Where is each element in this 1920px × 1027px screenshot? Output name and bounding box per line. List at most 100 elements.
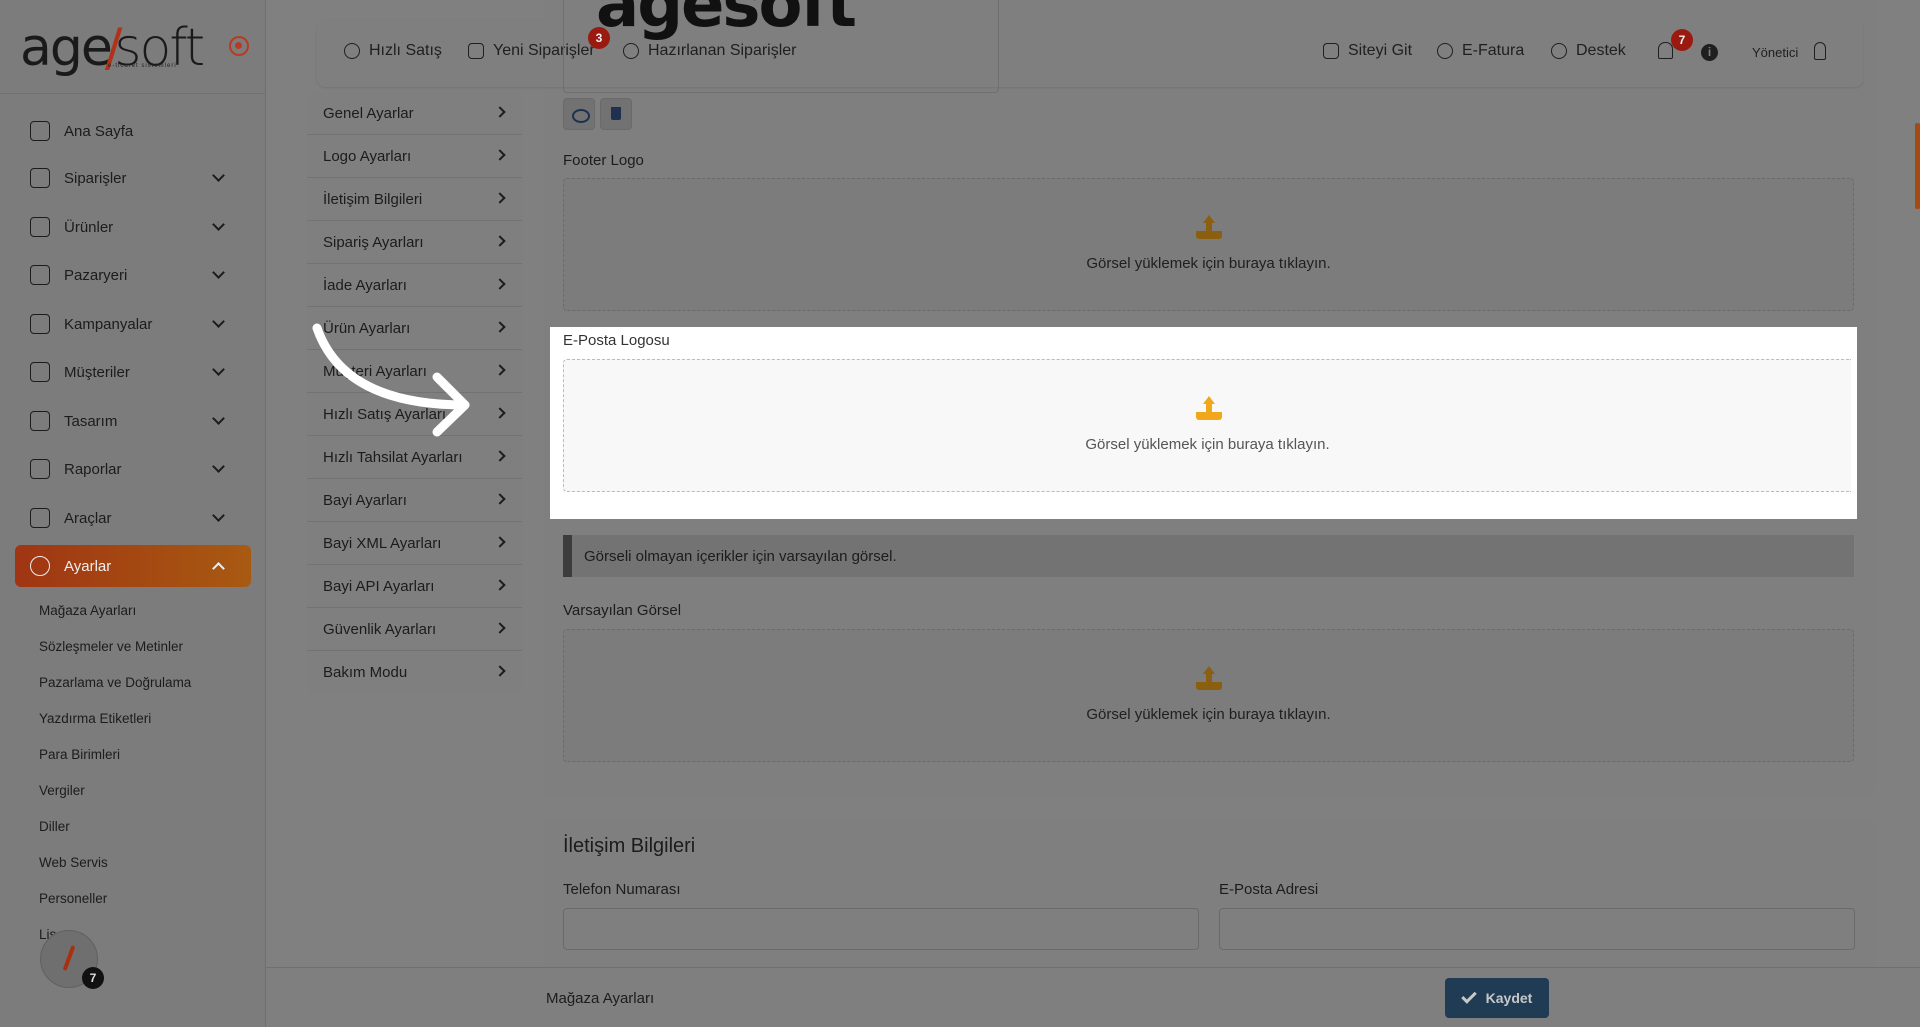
settings-menu-item-guvenlik[interactable]: Güvenlik Ayarları bbox=[307, 608, 522, 651]
curved-arrow-icon bbox=[312, 323, 470, 437]
user-icon bbox=[30, 362, 50, 382]
info-icon[interactable]: i bbox=[1701, 44, 1718, 61]
sidebar-item-musteriler[interactable]: Müşteriler bbox=[15, 351, 251, 393]
chevron-up-icon bbox=[212, 562, 225, 575]
cart-icon bbox=[30, 168, 50, 188]
chevron-right-icon bbox=[494, 364, 506, 376]
user-label[interactable]: Yönetici bbox=[1752, 45, 1798, 60]
settings-menu-item-hizli-tahsilat[interactable]: Hızlı Tahsilat Ayarları bbox=[307, 436, 522, 479]
footer-logo-dropzone[interactable]: Görsel yüklemek için buraya tıklayın. bbox=[563, 178, 1854, 311]
sub-item-magaza-ayarlari[interactable]: Mağaza Ayarları bbox=[39, 603, 136, 618]
chevron-down-icon bbox=[212, 169, 225, 182]
sidebar-item-pazaryeri[interactable]: Pazaryeri bbox=[15, 254, 251, 296]
logo-preview-image: agesoft bbox=[596, 0, 857, 42]
chevron-down-icon bbox=[212, 509, 225, 522]
email-logo-section: E-Posta Logosu Görsel yüklemek için bura… bbox=[550, 327, 1857, 519]
headset-icon bbox=[1551, 43, 1567, 59]
settings-menu-item-logo[interactable]: Logo Ayarları bbox=[307, 135, 522, 178]
sidebar-toggle-icon[interactable] bbox=[229, 36, 249, 56]
user-icon[interactable] bbox=[1814, 42, 1826, 60]
default-image-label: Varsayılan Görsel bbox=[563, 602, 682, 619]
settings-menu-item-iade[interactable]: İade Ayarları bbox=[307, 264, 522, 307]
logo[interactable]: age/soft bbox=[20, 18, 205, 78]
settings-menu-item-bakim[interactable]: Bakım Modu bbox=[307, 651, 522, 694]
preview-eye-button[interactable] bbox=[563, 98, 595, 130]
delete-trash-button[interactable] bbox=[600, 98, 632, 130]
chevron-right-icon bbox=[494, 536, 506, 548]
upload-hint: Görsel yüklemek için buraya tıklayın. bbox=[1086, 255, 1331, 272]
sidebar-item-label: Ana Sayfa bbox=[64, 122, 134, 140]
chevron-down-icon bbox=[212, 266, 225, 279]
chevron-right-icon bbox=[494, 450, 506, 462]
sub-item-diller[interactable]: Diller bbox=[39, 819, 70, 834]
upload-hint: Görsel yüklemek için buraya tıklayın. bbox=[1085, 436, 1330, 453]
quick-sale-icon bbox=[344, 43, 360, 59]
chevron-down-icon bbox=[212, 363, 225, 376]
chevron-right-icon bbox=[494, 235, 506, 247]
sub-item-pazarlama[interactable]: Pazarlama ve Doğrulama bbox=[39, 675, 191, 690]
sub-item-vergiler[interactable]: Vergiler bbox=[39, 783, 85, 798]
sidebar-item-urunler[interactable]: Ürünler bbox=[15, 206, 251, 248]
chevron-right-icon bbox=[494, 622, 506, 634]
check-icon bbox=[1460, 988, 1477, 1004]
settings-menu-label: İade Ayarları bbox=[323, 276, 407, 294]
chevron-right-icon bbox=[494, 192, 506, 204]
support-link[interactable]: Destek bbox=[1551, 42, 1626, 60]
phone-input[interactable] bbox=[563, 908, 1199, 950]
settings-menu-label: Bakım Modu bbox=[323, 664, 408, 681]
settings-menu-item-genel[interactable]: Genel Ayarlar bbox=[307, 92, 522, 135]
save-button[interactable]: Kaydet bbox=[1445, 978, 1549, 1018]
sidebar-item-tasarim[interactable]: Tasarım bbox=[15, 400, 251, 442]
sidebar-item-araclar[interactable]: Araçlar bbox=[15, 497, 251, 539]
upload-icon bbox=[1196, 215, 1222, 239]
gift-icon bbox=[30, 314, 50, 334]
e-invoice-link[interactable]: E-Fatura bbox=[1437, 42, 1524, 60]
sub-item-yazdirma[interactable]: Yazdırma Etiketleri bbox=[39, 711, 151, 726]
sub-item-sozlesmeler[interactable]: Sözleşmeler ve Metinler bbox=[39, 639, 183, 654]
settings-menu-item-iletisim[interactable]: İletişim Bilgileri bbox=[307, 178, 522, 221]
email-logo-label: E-Posta Logosu bbox=[563, 332, 670, 349]
support-label: Destek bbox=[1576, 42, 1626, 59]
email-logo-dropzone[interactable]: Görsel yüklemek için buraya tıklayın. bbox=[563, 359, 1851, 492]
cube-icon bbox=[30, 265, 50, 285]
settings-menu-label: Bayi Ayarları bbox=[323, 491, 407, 509]
sub-item-para-birimleri[interactable]: Para Birimleri bbox=[39, 747, 120, 762]
settings-menu-item-siparis[interactable]: Sipariş Ayarları bbox=[307, 221, 522, 264]
email-label: E-Posta Adresi bbox=[1219, 881, 1319, 898]
sidebar-item-siparisler[interactable]: Siparişler bbox=[15, 157, 251, 199]
sidebar-item-kampanyalar[interactable]: Kampanyalar bbox=[15, 303, 251, 345]
chevron-right-icon bbox=[494, 106, 506, 118]
sidebar-item-raporlar[interactable]: Raporlar bbox=[15, 448, 251, 490]
scrollbar-thumb[interactable] bbox=[1915, 123, 1920, 209]
cart-icon bbox=[468, 43, 484, 59]
sub-item-web-servis[interactable]: Web Servis bbox=[39, 855, 108, 870]
settings-menu-label: Genel Ayarlar bbox=[323, 104, 414, 122]
pen-icon bbox=[30, 411, 50, 431]
sidebar-item-label: Kampanyalar bbox=[64, 315, 153, 333]
e-invoice-label: E-Fatura bbox=[1462, 42, 1525, 59]
settings-menu-item-bayi-xml[interactable]: Bayi XML Ayarları bbox=[307, 522, 522, 565]
upload-icon bbox=[1196, 396, 1222, 420]
chart-icon bbox=[30, 459, 50, 479]
bell-icon[interactable] bbox=[1658, 42, 1673, 59]
home-icon bbox=[30, 121, 50, 141]
go-site-link[interactable]: Siteyi Git bbox=[1323, 42, 1412, 60]
contact-section-title: İletişim Bilgileri bbox=[563, 835, 696, 857]
email-input[interactable] bbox=[1219, 908, 1855, 950]
sub-item-personeller[interactable]: Personeller bbox=[39, 891, 107, 906]
sidebar-item-label: Ayarlar bbox=[64, 557, 112, 575]
sidebar-item-label: Ürünler bbox=[64, 218, 114, 236]
chevron-right-icon bbox=[494, 407, 506, 419]
footer-page-title: Mağaza Ayarları bbox=[546, 990, 655, 1007]
default-image-dropzone[interactable]: Görsel yüklemek için buraya tıklayın. bbox=[563, 629, 1854, 762]
sidebar-item-ayarlar[interactable]: Ayarlar bbox=[15, 545, 251, 587]
chevron-right-icon bbox=[494, 493, 506, 505]
settings-menu-label: Güvenlik Ayarları bbox=[323, 620, 437, 638]
sidebar-item-ana-sayfa[interactable]: Ana Sayfa bbox=[15, 110, 251, 152]
quick-sale-link[interactable]: Hızlı Satış bbox=[344, 42, 442, 60]
settings-menu-label: Sipariş Ayarları bbox=[323, 233, 424, 251]
settings-menu-item-bayi[interactable]: Bayi Ayarları bbox=[307, 479, 522, 522]
sidebar-item-label: Araçlar bbox=[64, 509, 112, 527]
settings-menu-item-bayi-api[interactable]: Bayi API Ayarları bbox=[307, 565, 522, 608]
sidebar-item-label: Pazaryeri bbox=[64, 266, 128, 284]
